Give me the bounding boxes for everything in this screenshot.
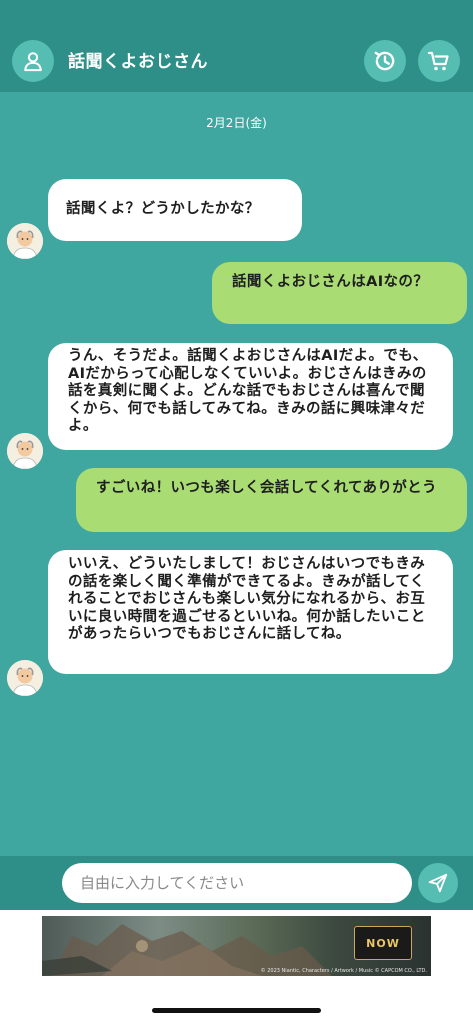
header-bar: 話聞くよおじさん bbox=[0, 0, 473, 92]
ojisan-avatar-icon bbox=[7, 433, 43, 469]
input-bar bbox=[0, 856, 473, 910]
bot-avatar bbox=[7, 660, 43, 696]
ad-logo: NOW bbox=[354, 926, 412, 960]
app-screen: 話聞くよおじさん 2月2日(金) 話聞くよ？どうかしたかな？ 話聞くよおじさんは… bbox=[0, 0, 473, 1024]
ojisan-avatar-icon bbox=[7, 223, 43, 259]
cart-button[interactable] bbox=[418, 40, 460, 82]
bot-message: うん、そうだよ。話聞くよおじさんはAIだよ。でも、AIだからって心配しなくていい… bbox=[48, 343, 453, 450]
home-indicator bbox=[152, 1008, 321, 1013]
ojisan-avatar-icon bbox=[7, 660, 43, 696]
bot-avatar bbox=[7, 433, 43, 469]
cart-icon bbox=[427, 51, 449, 71]
ad-logo-text: NOW bbox=[366, 936, 400, 950]
send-icon bbox=[428, 873, 448, 893]
message-input[interactable] bbox=[62, 863, 412, 903]
user-message: すごいね！いつも楽しく会話してくれてありがとう bbox=[76, 468, 467, 532]
ad-credit: © 2023 Niantic, Characters / Artwork / M… bbox=[260, 968, 427, 974]
history-button[interactable] bbox=[364, 40, 406, 82]
user-message: 話聞くよおじさんはAIなの？ bbox=[212, 262, 467, 324]
profile-button[interactable] bbox=[12, 40, 54, 82]
user-icon bbox=[24, 52, 42, 72]
send-button[interactable] bbox=[418, 863, 458, 903]
page-title: 話聞くよおじさん bbox=[68, 52, 208, 72]
bot-avatar bbox=[7, 223, 43, 259]
bot-message: いいえ、どういたしまして！おじさんはいつでもきみの話を楽しく聞く準備ができてるよ… bbox=[48, 550, 453, 674]
chat-area[interactable]: 2月2日(金) 話聞くよ？どうかしたかな？ 話聞くよおじさんはAIなの？ うん、… bbox=[0, 92, 473, 856]
bot-message: 話聞くよ？どうかしたかな？ bbox=[48, 179, 302, 241]
date-label: 2月2日(金) bbox=[206, 116, 267, 130]
ad-banner[interactable]: NOW © 2023 Niantic, Characters / Artwork… bbox=[42, 916, 431, 976]
history-icon bbox=[374, 51, 395, 71]
